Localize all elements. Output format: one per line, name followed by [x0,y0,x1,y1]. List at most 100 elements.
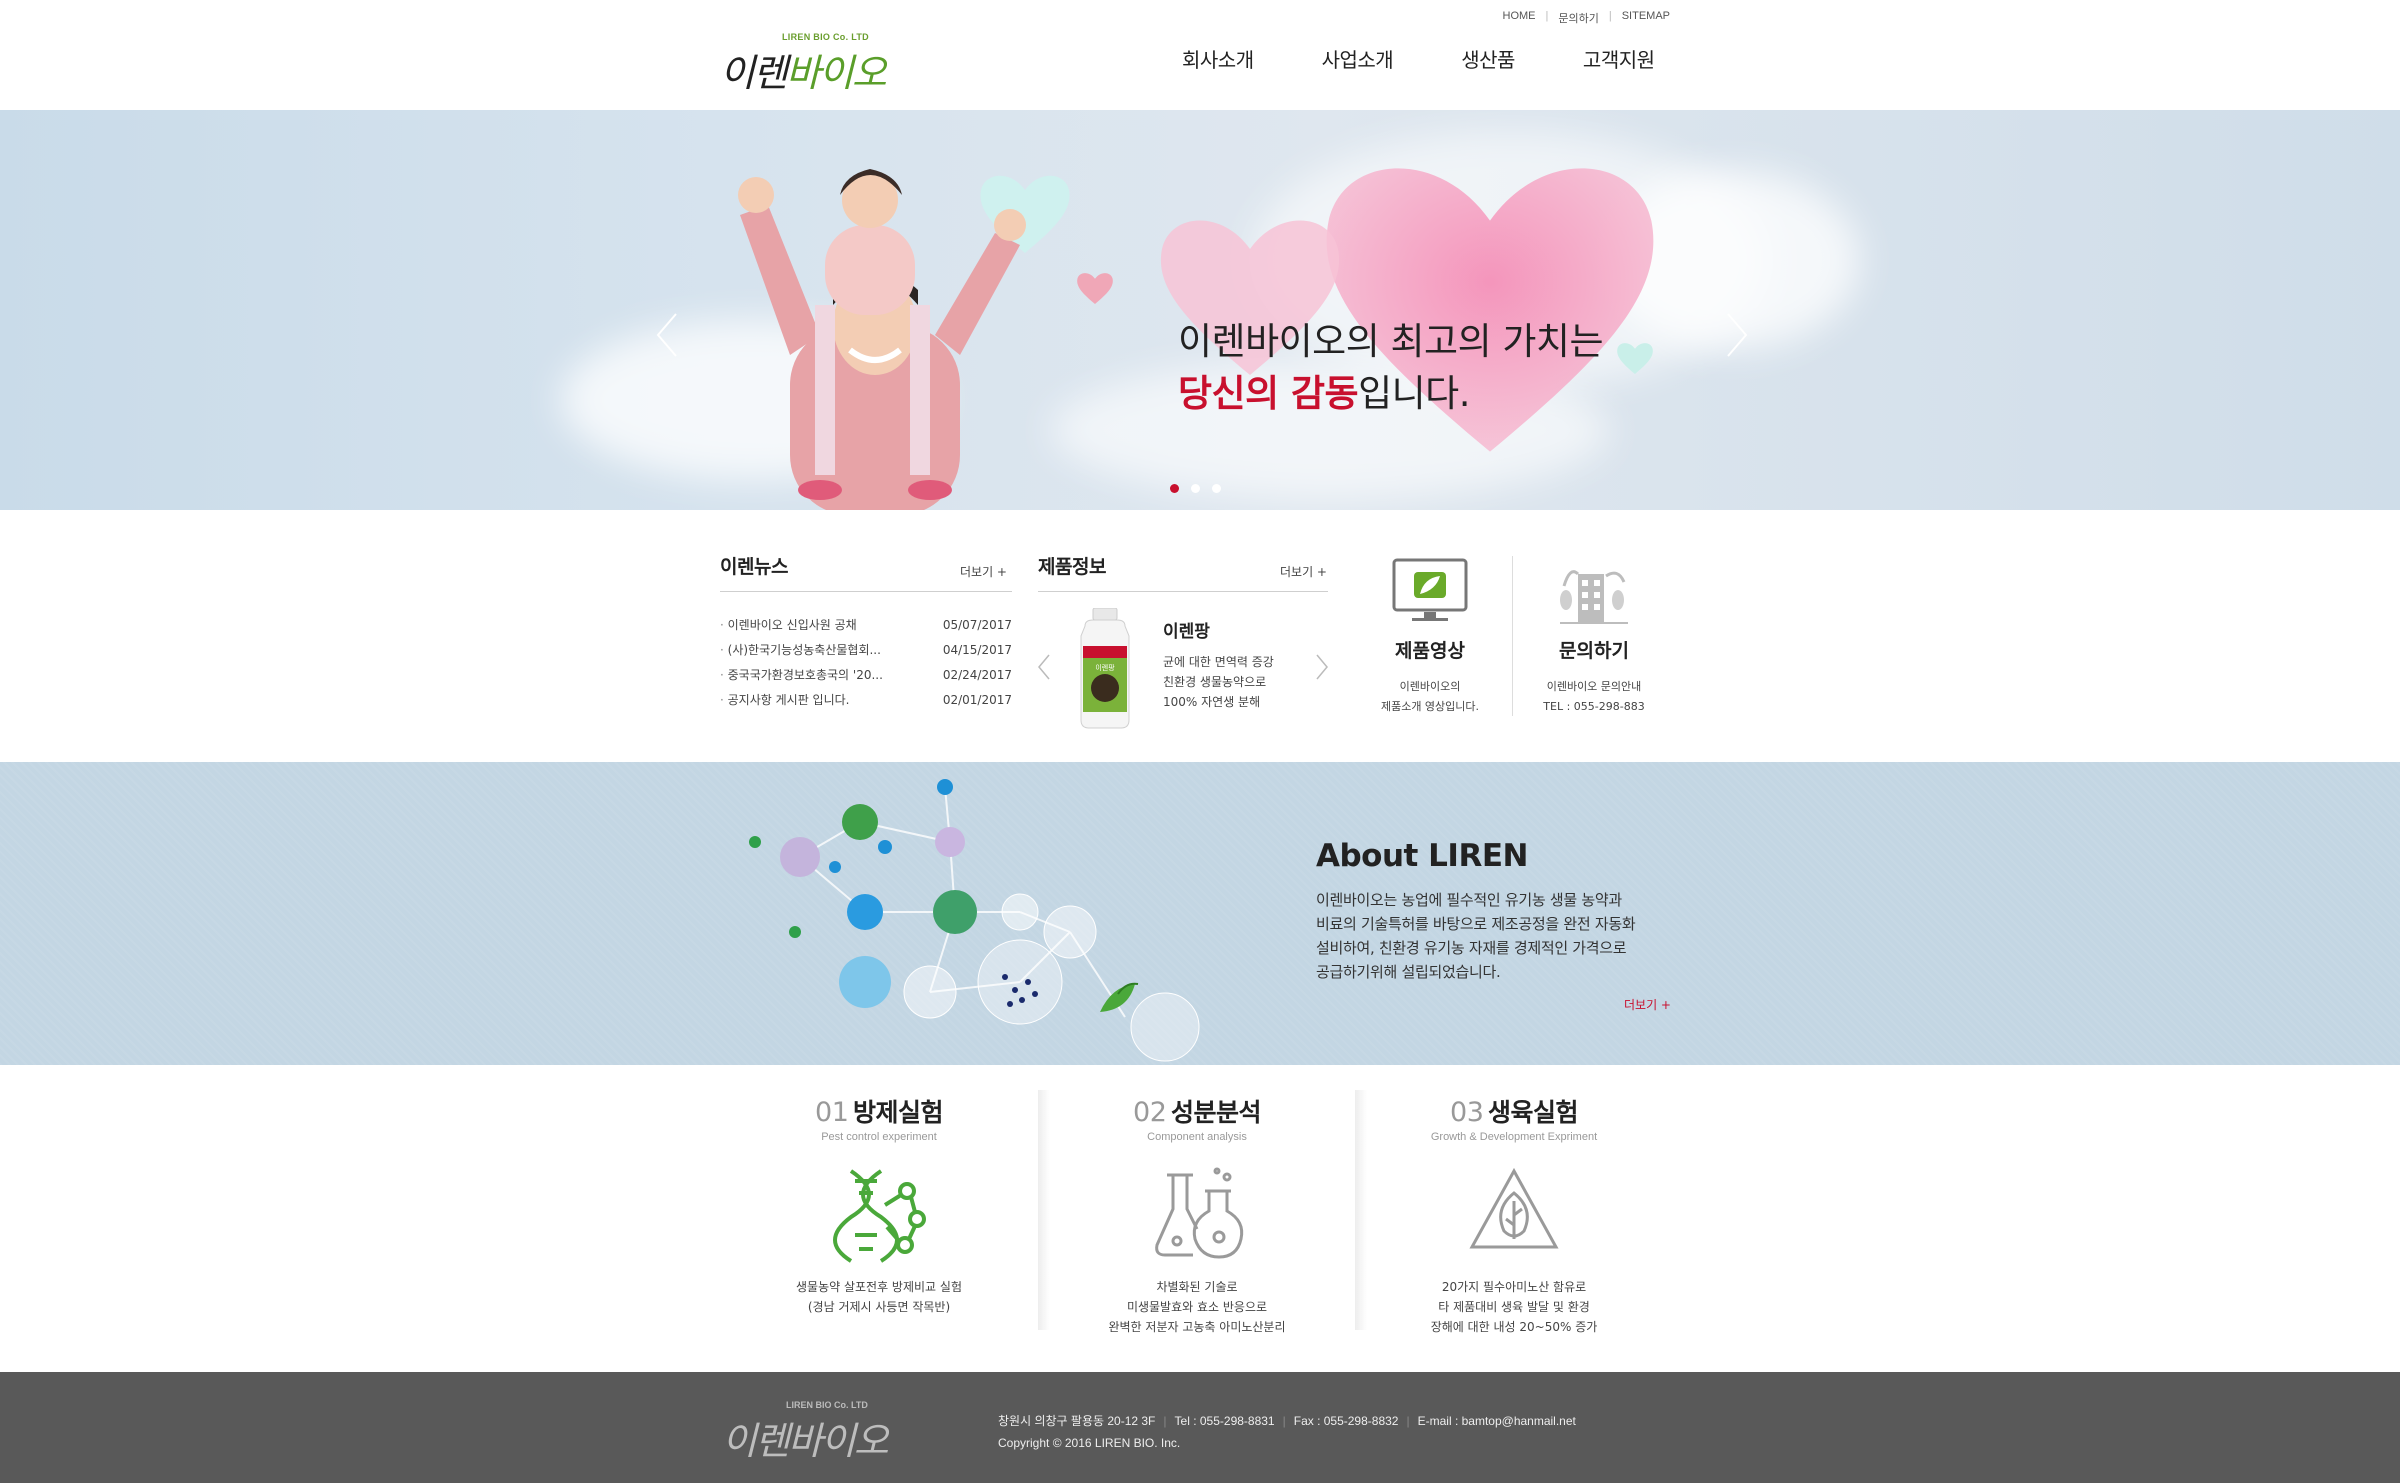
list-item[interactable]: 중국국가환경보호총국의 '20... 02/24/2017 [720,666,1012,691]
service-num: 02 [1133,1097,1167,1128]
service-desc-line: (경남 거제시 사등면 작목반) [807,1300,951,1314]
header: LIREN BIO Co. LTD 이렌바이오 HOME | 문의하기 | SI… [0,0,2400,110]
page: LIREN BIO Co. LTD 이렌바이오 HOME | 문의하기 | SI… [0,0,2400,1483]
news-item-date: 05/07/2017 [942,618,1012,632]
service-desc-line: 타 제품대비 생육 발달 및 환경 [1438,1300,1590,1314]
hero-headline: 이렌바이오의 최고의 가치는 당신의 감동입니다. [1178,316,1604,420]
service-card-growth[interactable]: 03 생육실험 Growth & Development Expriment 2… [1355,1065,1673,1372]
hero-highlight: 당신의 감동 [1178,372,1359,415]
about-text-line: 설비하여, 친환경 유기농 자재를 경제적인 가격으로 [1316,939,1627,957]
service-desc: 생물농약 살포전후 방제비교 실험 (경남 거제시 사등면 작목반) [720,1277,1038,1317]
service-heading: 01 방제실험 [720,1093,1038,1129]
list-item[interactable]: 이렌바이오 신입사원 공채 05/07/2017 [720,616,1012,641]
chevron-right-icon[interactable] [1722,310,1752,360]
building-icon[interactable] [1556,556,1632,626]
footer-divider: | [1163,1414,1167,1428]
news-item-date: 04/15/2017 [942,643,1012,657]
video-title[interactable]: 제품영상 [1370,636,1490,663]
flask-icon [1155,1167,1244,1259]
service-title: 생육실험 [1487,1098,1579,1127]
service-heading: 03 생육실험 [1355,1093,1673,1129]
util-sitemap-link[interactable]: SITEMAP [1622,10,1670,26]
product-title: 제품정보 [1038,556,1106,578]
contact-tel: TEL : 055-298-883 [1543,700,1645,713]
service-desc-line: 차별화된 기술로 [1156,1280,1238,1294]
service-desc-line: 생물농약 살포전후 방제비교 실험 [795,1280,962,1294]
util-home-link[interactable]: HOME [1503,10,1536,26]
about-text-line: 공급하기위해 설립되었습니다. [1316,963,1501,981]
product-more-link[interactable]: 더보기 + [1280,563,1327,580]
logo[interactable]: LIREN BIO Co. LTD 이렌바이오 [720,28,900,95]
nav-item-support[interactable]: 고객지원 [1583,44,1655,73]
nav-item-company[interactable]: 회사소개 [1182,44,1254,73]
about-section: About LIREN 이렌바이오는 농업에 필수적인 유기농 생물 농약과 비… [0,762,2400,1065]
hero-line2-rest: 입니다. [1358,372,1470,415]
footer-email[interactable]: E-mail : bamtop@hanmail.net [1418,1414,1576,1428]
news-item-title: (사)한국기능성농축산물협회... [720,641,881,666]
footer-logo-name: 이렌바이오 [722,1419,889,1463]
video-desc: 이렌바이오의 제품소개 영상입니다. [1360,677,1500,717]
main-nav: 회사소개 사업소개 생산품 고객지원 [1182,44,1655,73]
slide-dot-2[interactable] [1191,484,1200,493]
service-subtitle: Pest control experiment [821,1131,937,1143]
service-card-analysis[interactable]: 02 성분분석 Component analysis 차별화된 기술로 미생물발… [1038,1065,1356,1372]
video-desc-line: 이렌바이오의 [1399,680,1461,693]
monitor-icon[interactable] [1390,556,1470,626]
util-divider: | [1545,10,1549,22]
large-heart-image [1326,168,1654,452]
vertical-divider [1512,556,1513,716]
logo-name-a: 이렌 [720,51,788,95]
footer-logo-company: LIREN BIO Co. LTD [786,1400,868,1410]
list-item[interactable]: 공지사항 게시판 입니다. 02/01/2017 [720,691,1012,716]
logo-company: LIREN BIO Co. LTD [782,32,869,42]
news-item-title: 이렌바이오 신입사원 공채 [720,616,857,641]
news-more-link[interactable]: 더보기 + [960,563,1007,580]
recycle-leaf-icon [1469,1167,1559,1249]
about-text-line: 비료의 기술특허를 바탕으로 제조공정을 완전 자동화 [1316,915,1636,933]
news-item-title: 중국국가환경보호총국의 '20... [720,666,883,691]
about-title: About LIREN [1316,838,1528,874]
service-subtitle: Component analysis [1147,1131,1247,1143]
util-divider: | [1608,10,1612,22]
news-item-date: 02/01/2017 [942,693,1012,707]
family-photo [738,169,1026,510]
hero-line2: 당신의 감동입니다. [1178,368,1603,420]
service-desc-line: 미생물발효와 효소 반응으로 [1126,1300,1268,1314]
product-name: 이렌팡 [1163,622,1210,642]
util-inquiry-link[interactable]: 문의하기 [1558,10,1598,26]
service-desc-line: 장해에 대한 내성 20~50% 증가 [1430,1320,1598,1334]
footer-info: 창원시 의창구 팔용동 20-12 3F | Tel : 055-298-8831 |… [998,1410,1576,1454]
about-more-link[interactable]: 더보기 + [1624,996,1671,1013]
product-desc-line: 100% 자연생 분해 [1163,695,1261,709]
nav-item-products[interactable]: 생산품 [1461,44,1515,73]
slider-pagination [1170,484,1221,493]
chevron-right-icon[interactable] [1314,652,1330,682]
footer-divider: | [1406,1414,1410,1428]
contact-title[interactable]: 문의하기 [1534,636,1654,663]
news-item-date: 02/24/2017 [942,668,1012,682]
slide-dot-1[interactable] [1170,484,1179,493]
news-divider [720,591,1012,592]
slide-dot-3[interactable] [1212,484,1221,493]
list-item[interactable]: (사)한국기능성농축산물협회... 04/15/2017 [720,641,1012,666]
about-text-line: 이렌바이오는 농업에 필수적인 유기농 생물 농약과 [1316,891,1622,909]
contact-desc-line: 이렌바이오 문의안내 [1546,680,1642,693]
service-subtitle: Growth & Development Expriment [1430,1131,1598,1143]
product-desc: 균에 대한 면역력 증강 친환경 생물농약으로 100% 자연생 분해 [1163,652,1274,712]
service-heading: 02 성분분석 [1038,1093,1356,1129]
footer-divider: | [1282,1414,1286,1428]
nav-item-business[interactable]: 사업소개 [1322,44,1394,73]
service-desc: 20가지 필수아미노산 함유로 타 제품대비 생육 발달 및 환경 장해에 대한… [1355,1277,1673,1337]
utility-menu: HOME | 문의하기 | SITEMAP [1503,10,1671,26]
service-card-pest[interactable]: 01 방제실험 Pest control experiment 생물농약 살포전… [720,1065,1038,1372]
dna-icon [833,1169,926,1263]
logo-name: 이렌바이오 [720,42,887,97]
about-text: 이렌바이오는 농업에 필수적인 유기농 생물 농약과 비료의 기술특허를 바탕으… [1316,888,1696,984]
chevron-left-icon[interactable] [1036,652,1052,682]
logo-name-b: 바이오 [785,51,887,95]
mint-heart-small-image [1617,343,1653,374]
contact-desc: 이렌바이오 문의안내 TEL : 055-298-883 [1519,677,1669,717]
product-desc-line: 균에 대한 면역력 증강 [1163,655,1274,669]
footer-fax: Fax : 055-298-8832 [1293,1414,1399,1428]
chevron-left-icon[interactable] [652,310,682,360]
